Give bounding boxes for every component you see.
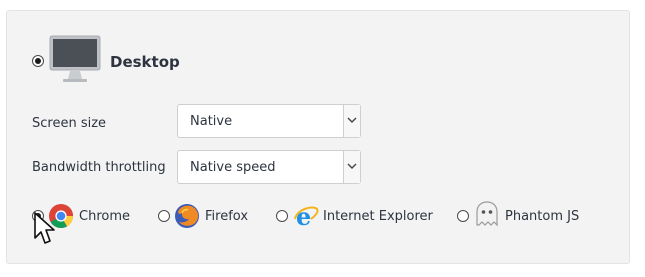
browser-label-internet-explorer: Internet Explorer bbox=[323, 209, 433, 224]
bandwidth-label: Bandwidth throttling bbox=[32, 160, 166, 175]
firefox-icon bbox=[175, 204, 199, 228]
chevron-down-icon bbox=[343, 151, 360, 183]
bandwidth-select[interactable]: Native speed bbox=[177, 150, 361, 184]
phantom-js-icon bbox=[476, 201, 498, 227]
monitor-icon bbox=[49, 35, 101, 82]
screen-size-select[interactable]: Native bbox=[177, 104, 361, 138]
platform-title: Desktop bbox=[110, 53, 180, 71]
browser-label-phantom-js: Phantom JS bbox=[505, 209, 580, 224]
browser-label-firefox: Firefox bbox=[205, 209, 249, 224]
browser-label-chrome: Chrome bbox=[79, 209, 130, 224]
desktop-radio[interactable] bbox=[32, 55, 44, 67]
browser-radio-firefox[interactable] bbox=[158, 210, 170, 222]
mouse-cursor-icon bbox=[34, 212, 55, 244]
browser-radio-internet-explorer[interactable] bbox=[276, 210, 288, 222]
browser-radio-phantom-js[interactable] bbox=[457, 210, 469, 222]
internet-explorer-icon: e bbox=[294, 203, 319, 229]
desktop-options-panel: Desktop Screen size Native Bandwidth thr… bbox=[6, 10, 630, 264]
bandwidth-value: Native speed bbox=[190, 160, 276, 175]
screen-size-label: Screen size bbox=[32, 116, 107, 131]
chevron-down-icon bbox=[343, 105, 360, 137]
screen-size-value: Native bbox=[190, 114, 233, 129]
